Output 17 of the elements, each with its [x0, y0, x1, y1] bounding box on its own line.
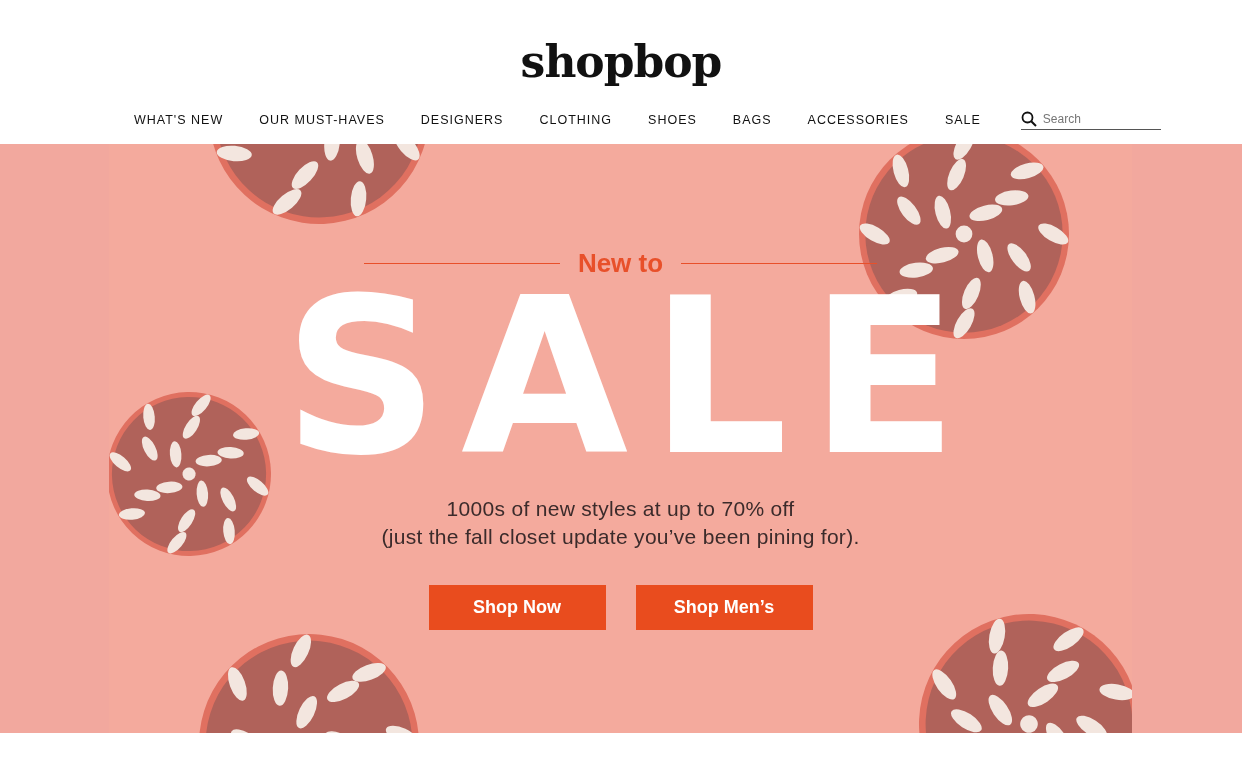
nav-link[interactable]: ACCESSORIES: [807, 113, 909, 127]
nav-link[interactable]: SHOES: [648, 113, 697, 127]
nav-link[interactable]: WHAT'S NEW: [134, 113, 224, 127]
promo-text: 1000s of new styles at up to 70% off: [446, 497, 795, 521]
kicker-text: New to: [577, 248, 664, 279]
nav-link[interactable]: OUR MUST-HAVES: [259, 113, 385, 127]
search-field[interactable]: Search: [1042, 111, 1153, 126]
search-icon: [1020, 110, 1037, 127]
sale-headline: SALE: [282, 283, 980, 473]
nav-link[interactable]: CLOTHING: [539, 113, 613, 127]
shop-button[interactable]: Shop Now: [428, 585, 606, 630]
logo[interactable]: shopbop: [0, 0, 1242, 96]
nav-link[interactable]: BAGS: [732, 113, 772, 127]
promo-text: (just the fall closet update you’ve been pining for).: [381, 525, 860, 549]
nav-link[interactable]: SALE: [944, 113, 981, 127]
shop-button[interactable]: Shop Men’s: [635, 585, 813, 630]
nav-link[interactable]: DESIGNERS: [420, 113, 504, 127]
